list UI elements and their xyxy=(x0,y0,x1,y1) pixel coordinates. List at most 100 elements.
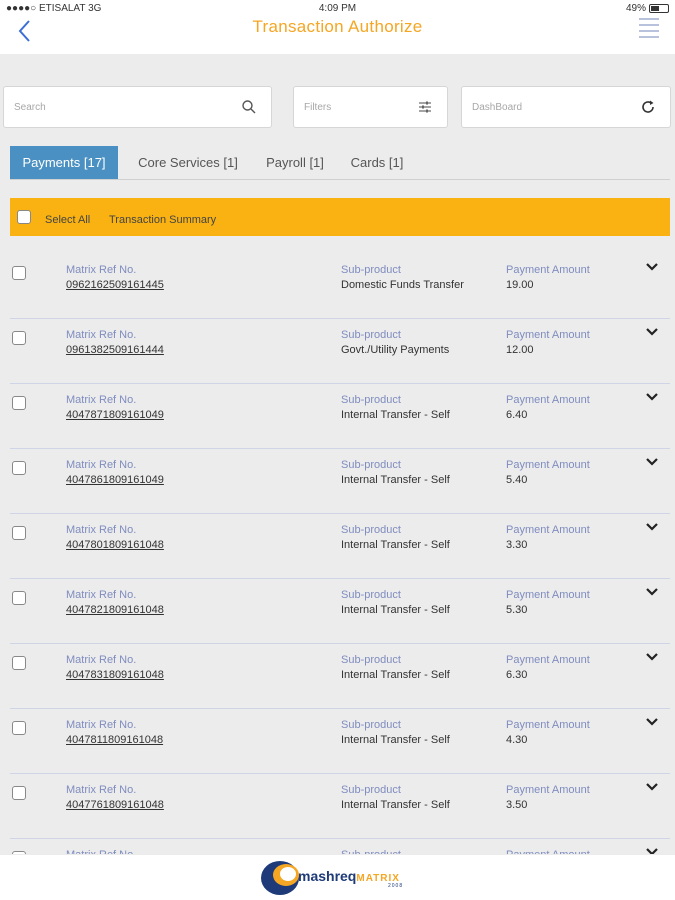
footer: mashreqMATRIX 2008 xyxy=(0,855,675,900)
table-row[interactable]: Matrix Ref No. Sub-product Payment Amount xyxy=(0,839,675,854)
table-row[interactable]: Matrix Ref No. 4047861809161049 Sub-produc… xyxy=(0,449,675,514)
amount-value: 3.50 xyxy=(506,799,528,811)
amount-label: Payment Amount xyxy=(506,264,590,276)
chevron-down-icon[interactable] xyxy=(645,262,659,272)
subproduct-value: Internal Transfer - Self xyxy=(341,734,450,746)
ref-number[interactable]: 0962162509161445 xyxy=(66,279,164,291)
search-row: Search Filters DashBoard xyxy=(3,86,671,128)
ref-label: Matrix Ref No. xyxy=(66,459,137,471)
subproduct-label: Sub-product xyxy=(341,459,401,471)
amount-value: 4.30 xyxy=(506,734,528,746)
select-all-checkbox[interactable] xyxy=(17,210,31,224)
status-bar: ●●●●○ ETISALAT 3G 4:09 PM 49% xyxy=(0,0,675,16)
dashboard-button[interactable]: DashBoard xyxy=(461,86,671,128)
selection-bar: Select All Transaction Summary xyxy=(10,198,670,236)
ref-label: Matrix Ref No. xyxy=(66,264,137,276)
filters-button[interactable]: Filters xyxy=(293,86,448,128)
table-row[interactable]: Matrix Ref No. 4047801809161048 Sub-produc… xyxy=(0,514,675,579)
search-input[interactable]: Search xyxy=(3,86,272,128)
chevron-down-icon[interactable] xyxy=(645,522,659,532)
tab-payments[interactable]: Payments [17] xyxy=(10,146,118,179)
subproduct-label: Sub-product xyxy=(341,654,401,666)
menu-icon xyxy=(639,18,659,20)
table-row[interactable]: Matrix Ref No. 4047811809161048 Sub-produc… xyxy=(0,709,675,774)
chevron-down-icon[interactable] xyxy=(645,847,659,854)
amount-value: 5.30 xyxy=(506,604,528,616)
ref-label: Matrix Ref No. xyxy=(66,654,137,666)
amount-value: 3.30 xyxy=(506,539,528,551)
chevron-down-icon[interactable] xyxy=(645,327,659,337)
transaction-summary-link[interactable]: Transaction Summary xyxy=(109,214,216,226)
ref-label: Matrix Ref No. xyxy=(66,394,137,406)
select-all-label[interactable]: Select All xyxy=(45,214,90,226)
chevron-down-icon[interactable] xyxy=(645,717,659,727)
chevron-down-icon[interactable] xyxy=(645,652,659,662)
amount-value: 6.40 xyxy=(506,409,528,421)
ref-number[interactable]: 4047821809161048 xyxy=(66,604,164,616)
subproduct-value: Govt./Utility Payments xyxy=(341,344,450,356)
ref-number[interactable]: 4047811809161048 xyxy=(66,734,163,746)
amount-label: Payment Amount xyxy=(506,849,590,854)
amount-value: 5.40 xyxy=(506,474,528,486)
battery-icon xyxy=(649,4,669,13)
row-checkbox[interactable] xyxy=(12,656,26,670)
table-row[interactable]: Matrix Ref No. 4047871809161049 Sub-produc… xyxy=(0,384,675,449)
chevron-down-icon[interactable] xyxy=(645,457,659,467)
logo-word: mashreq xyxy=(298,868,357,884)
row-checkbox[interactable] xyxy=(12,396,26,410)
ref-label: Matrix Ref No. xyxy=(66,784,137,796)
tab-payroll[interactable]: Payroll [1] xyxy=(256,146,334,179)
table-row[interactable]: Matrix Ref No. 4047831809161048 Sub-produc… xyxy=(0,644,675,709)
amount-label: Payment Amount xyxy=(506,589,590,601)
subproduct-label: Sub-product xyxy=(341,849,401,854)
tab-core-services[interactable]: Core Services [1] xyxy=(126,146,250,179)
table-row[interactable]: Matrix Ref No. 4047761809161048 Sub-produc… xyxy=(0,774,675,839)
subproduct-label: Sub-product xyxy=(341,524,401,536)
logo-wordmark: mashreqMATRIX xyxy=(298,868,400,884)
subproduct-value: Domestic Funds Transfer xyxy=(341,279,464,291)
table-row[interactable]: Matrix Ref No. 0962162509161445 Sub-produc… xyxy=(0,254,675,319)
table-row[interactable]: Matrix Ref No. 0961382509161444 Sub-produc… xyxy=(0,319,675,384)
search-placeholder: Search xyxy=(14,102,46,113)
subproduct-value: Internal Transfer - Self xyxy=(341,799,450,811)
ref-label: Matrix Ref No. xyxy=(66,849,136,854)
amount-value: 6.30 xyxy=(506,669,528,681)
row-checkbox[interactable] xyxy=(12,786,26,800)
menu-button[interactable] xyxy=(639,18,659,44)
table-row[interactable]: Matrix Ref No. 4047821809161048 Sub-produc… xyxy=(0,579,675,644)
clock: 4:09 PM xyxy=(318,3,357,14)
ref-number[interactable]: 4047831809161048 xyxy=(66,669,164,681)
row-checkbox[interactable] xyxy=(12,591,26,605)
ref-number[interactable]: 4047871809161049 xyxy=(66,409,164,421)
ref-number[interactable]: 4047861809161049 xyxy=(66,474,164,486)
row-checkbox[interactable] xyxy=(12,266,26,280)
chevron-down-icon[interactable] xyxy=(645,782,659,792)
ref-number[interactable]: 0961382509161444 xyxy=(66,344,164,356)
ref-number[interactable]: 4047761809161048 xyxy=(66,799,164,811)
tab-cards[interactable]: Cards [1] xyxy=(344,146,410,179)
subproduct-label: Sub-product xyxy=(341,264,401,276)
row-checkbox[interactable] xyxy=(12,526,26,540)
row-checkbox[interactable] xyxy=(12,331,26,345)
amount-value: 19.00 xyxy=(506,279,534,291)
ref-label: Matrix Ref No. xyxy=(66,524,137,536)
subproduct-value: Internal Transfer - Self xyxy=(341,669,450,681)
sliders-icon xyxy=(419,101,431,113)
ref-number[interactable]: 4047801809161048 xyxy=(66,539,164,551)
amount-label: Payment Amount xyxy=(506,394,590,406)
brand-logo: mashreqMATRIX 2008 xyxy=(260,857,420,897)
subproduct-value: Internal Transfer - Self xyxy=(341,409,450,421)
subproduct-label: Sub-product xyxy=(341,784,401,796)
row-checkbox[interactable] xyxy=(12,461,26,475)
battery-percent: 49% xyxy=(625,3,646,14)
amount-label: Payment Amount xyxy=(506,329,590,341)
nav-bar: Transaction Authorize xyxy=(0,16,675,54)
amount-label: Payment Amount xyxy=(506,784,590,796)
row-checkbox[interactable] xyxy=(12,721,26,735)
amount-value: 12.00 xyxy=(506,344,534,356)
row-checkbox[interactable] xyxy=(12,851,26,854)
chevron-down-icon[interactable] xyxy=(645,392,659,402)
subproduct-value: Internal Transfer - Self xyxy=(341,604,450,616)
chevron-down-icon[interactable] xyxy=(645,587,659,597)
battery-indicator: 49% xyxy=(626,3,669,14)
